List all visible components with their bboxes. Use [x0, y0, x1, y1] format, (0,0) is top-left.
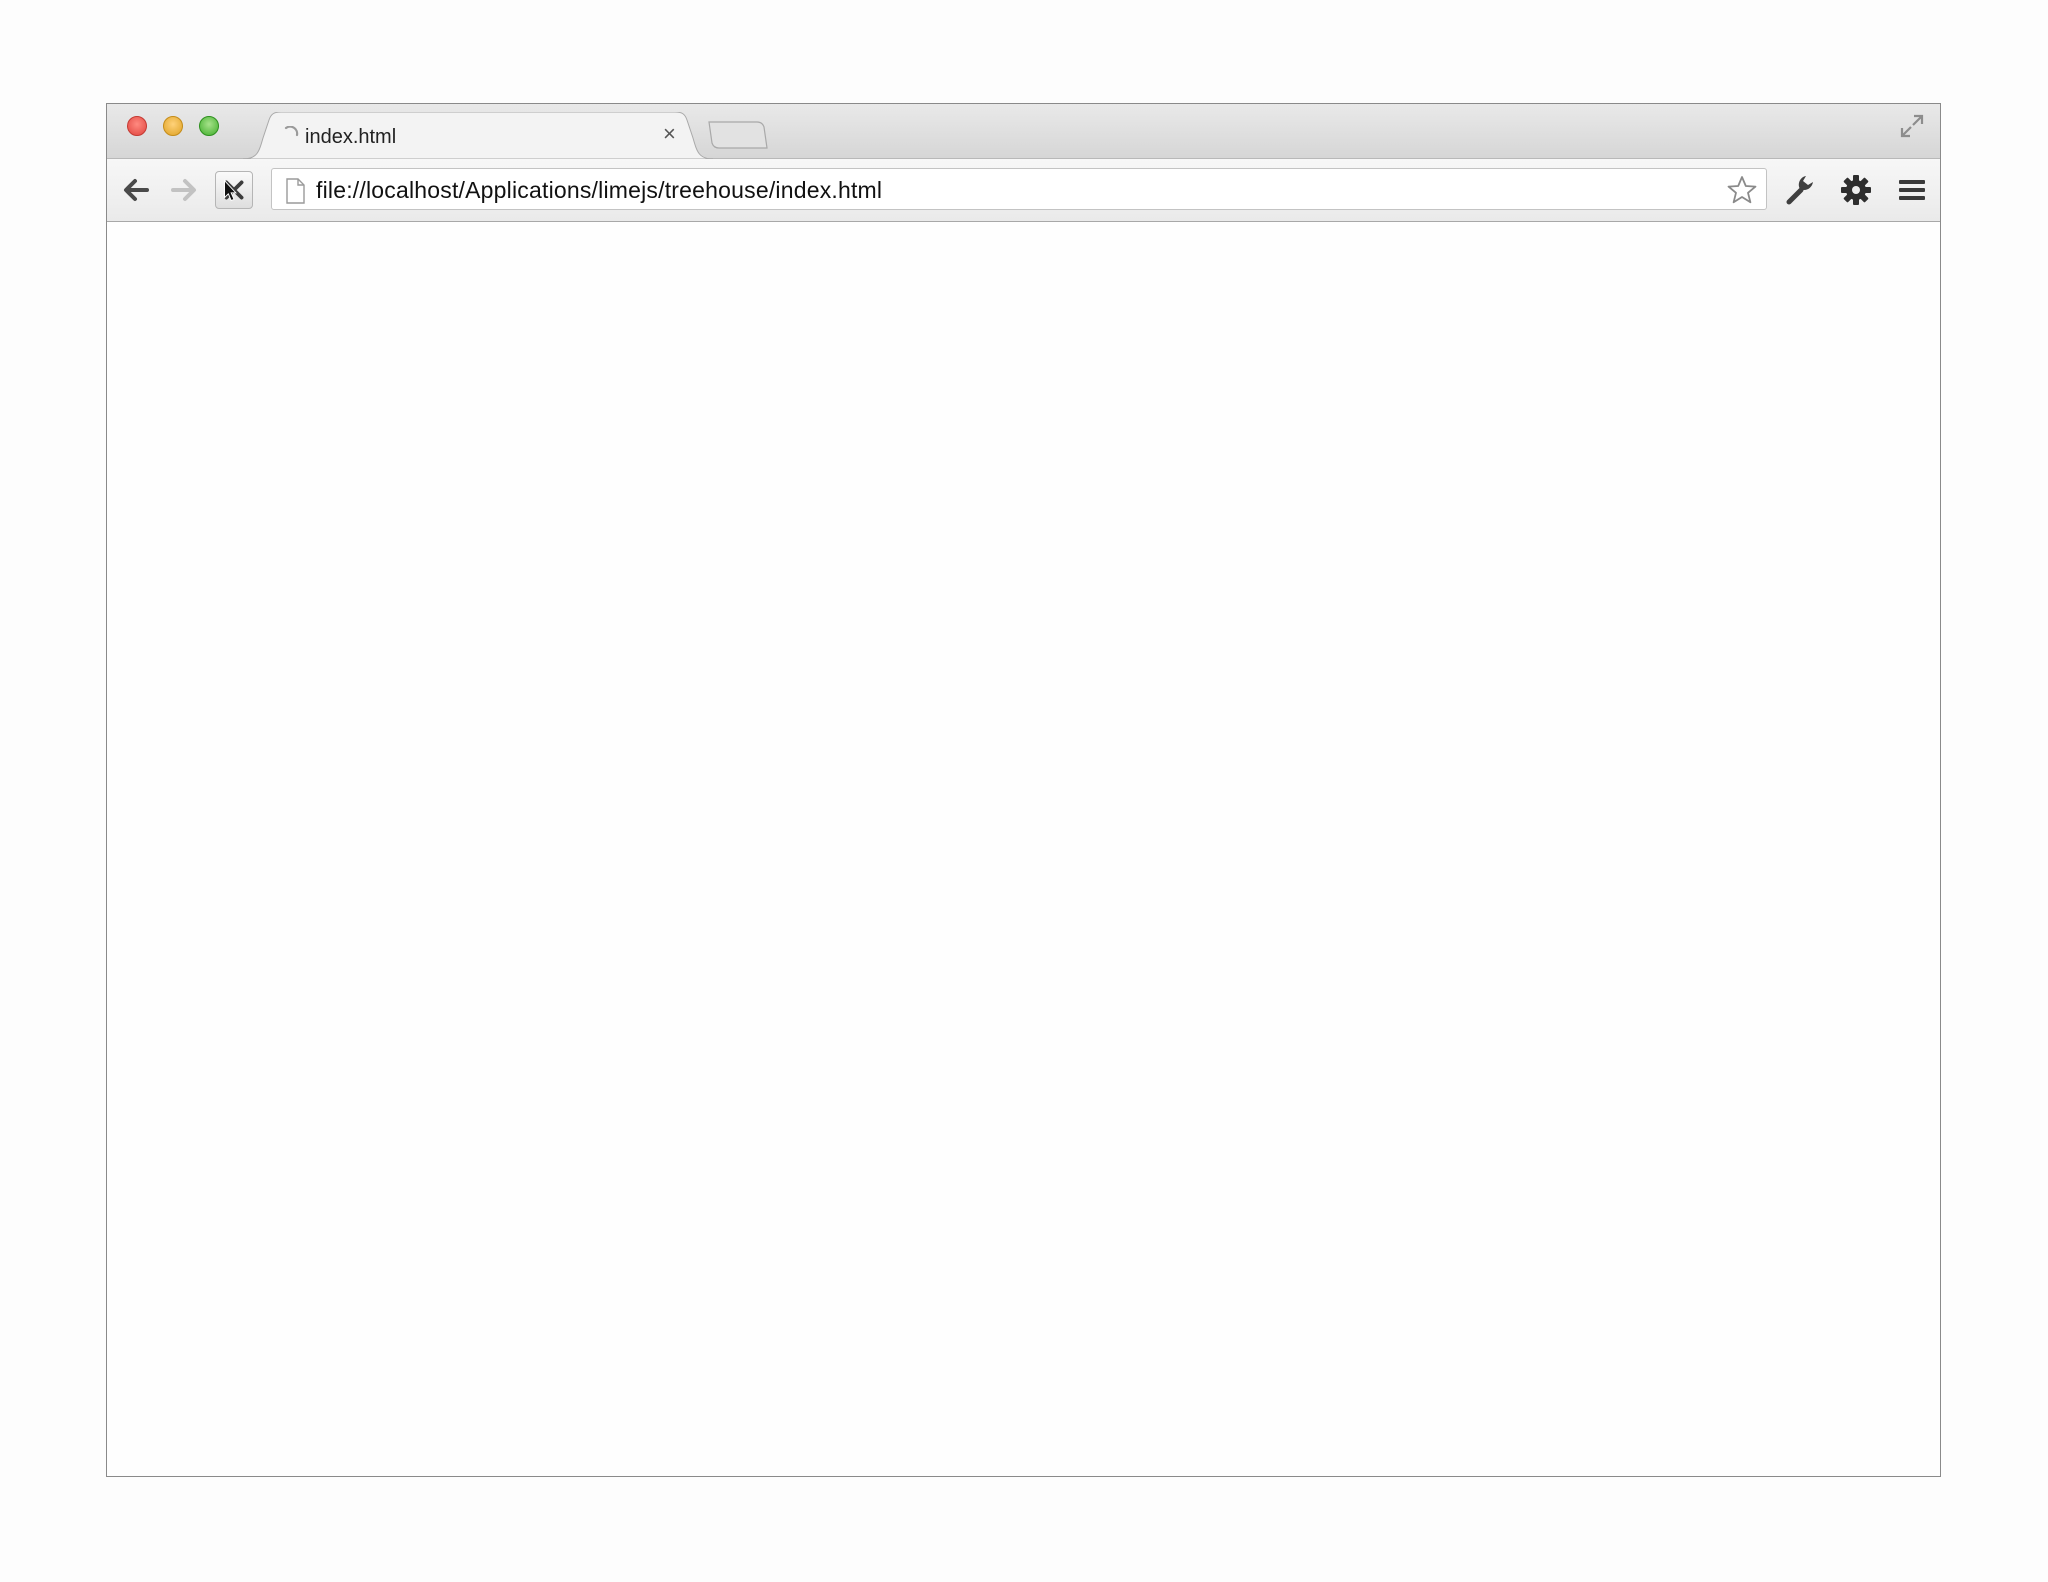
url-text[interactable]: file://localhost/Applications/limejs/tre… — [316, 177, 882, 204]
minimize-window-button[interactable] — [163, 116, 183, 136]
fullscreen-icon[interactable] — [1898, 112, 1926, 140]
tab-strip: index.html × — [107, 104, 1940, 159]
tab-close-icon[interactable]: × — [663, 122, 676, 146]
tab-index-html[interactable]: index.html × — [243, 112, 713, 159]
page-icon — [286, 178, 305, 204]
zoom-window-button[interactable] — [199, 116, 219, 136]
gear-icon[interactable] — [1837, 171, 1875, 209]
hamburger-menu-icon[interactable] — [1893, 171, 1931, 209]
loading-spinner-icon — [284, 126, 299, 137]
browser-toolbar: file://localhost/Applications/limejs/tre… — [107, 159, 1940, 222]
star-icon[interactable] — [1726, 174, 1758, 206]
forward-arrow-icon[interactable] — [165, 171, 203, 209]
wrench-icon[interactable] — [1781, 171, 1819, 209]
tab-title: index.html — [305, 126, 397, 148]
address-bar[interactable]: file://localhost/Applications/limejs/tre… — [271, 168, 1767, 210]
back-arrow-icon[interactable] — [117, 171, 155, 209]
close-window-button[interactable] — [127, 116, 147, 136]
new-tab-button[interactable] — [707, 120, 769, 150]
stop-icon[interactable] — [215, 171, 253, 209]
browser-window: index.html × file://localhost/Applicatio… — [106, 103, 1941, 1477]
page-content-area — [107, 222, 1940, 1476]
